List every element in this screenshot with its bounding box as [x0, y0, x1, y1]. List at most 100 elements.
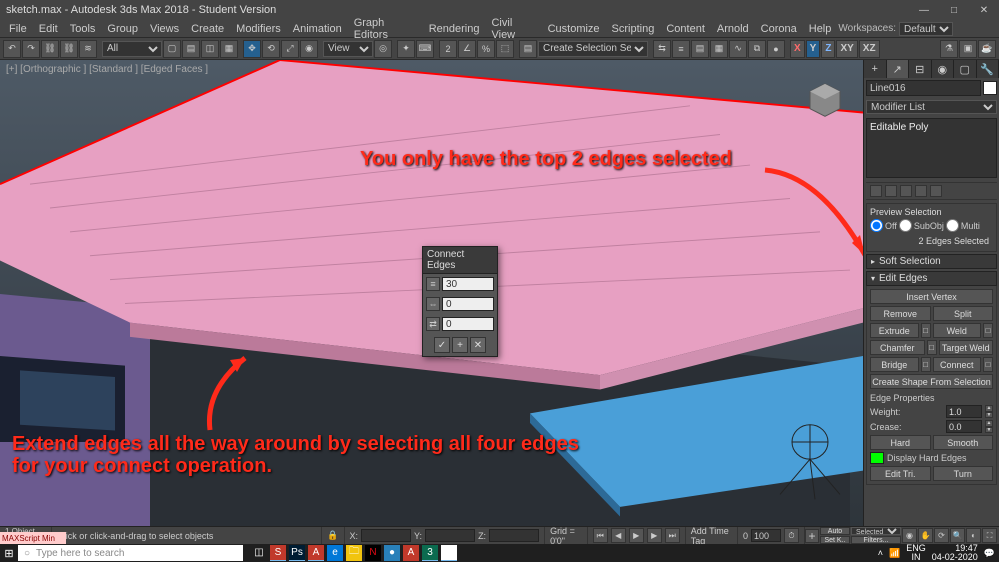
- display-hard-edges-label[interactable]: Display Hard Edges: [887, 453, 967, 463]
- tab-utilities[interactable]: 🔧: [977, 60, 999, 78]
- select-scale-button[interactable]: ⤢: [281, 40, 299, 58]
- menu-content[interactable]: Content: [661, 22, 710, 36]
- edit-named-sel-button[interactable]: ▤: [519, 40, 537, 58]
- spinner-snap-button[interactable]: ⬚: [496, 40, 514, 58]
- taskbar-app-netflix[interactable]: N: [365, 545, 381, 561]
- menu-corona[interactable]: Corona: [756, 22, 802, 36]
- render-setup-button[interactable]: ⚗: [940, 40, 958, 58]
- taskbar-app-acrobat[interactable]: A: [403, 545, 419, 561]
- select-region-button[interactable]: ◫: [201, 40, 219, 58]
- configure-sets-button[interactable]: [930, 185, 942, 197]
- keyboard-shortcut-button[interactable]: ⌨: [416, 40, 434, 58]
- menu-civil-view[interactable]: Civil View: [486, 16, 540, 42]
- selection-filter-dropdown[interactable]: All: [102, 41, 162, 57]
- taskbar-search[interactable]: ○ Type here to search: [18, 545, 243, 561]
- undo-button[interactable]: ↶: [3, 40, 21, 58]
- tray-date[interactable]: 04-02-2020: [932, 553, 978, 562]
- create-shape-button[interactable]: Create Shape From Selection: [870, 374, 993, 389]
- layer-explorer-button[interactable]: ▤: [691, 40, 709, 58]
- pin-stack-button[interactable]: [870, 185, 882, 197]
- set-key-plus-button[interactable]: +: [805, 529, 819, 543]
- align-button[interactable]: ≡: [672, 40, 690, 58]
- menu-edit[interactable]: Edit: [34, 22, 63, 36]
- extrude-button[interactable]: Extrude: [870, 323, 919, 338]
- time-next-button[interactable]: ▶: [647, 528, 662, 543]
- menu-file[interactable]: File: [4, 22, 32, 36]
- select-by-name-button[interactable]: ▤: [182, 40, 200, 58]
- material-editor-button[interactable]: ●: [767, 40, 785, 58]
- caddy-title[interactable]: Connect Edges: [423, 247, 497, 274]
- taskbar-app-word[interactable]: ●: [384, 545, 400, 561]
- time-goto-end-button[interactable]: ⏭: [665, 528, 680, 543]
- lock-selection-button[interactable]: 🔒: [322, 527, 344, 544]
- axis-z-button[interactable]: Z: [821, 40, 835, 58]
- target-weld-button[interactable]: Target Weld: [939, 340, 994, 355]
- mirror-button[interactable]: ⇆: [653, 40, 671, 58]
- select-object-button[interactable]: ▢: [163, 40, 181, 58]
- preview-subobj-radio[interactable]: [899, 219, 912, 232]
- remove-modifier-button[interactable]: [915, 185, 927, 197]
- viewport-nav-zoom-button[interactable]: 🔍: [950, 528, 965, 543]
- weight-spinner[interactable]: 1.0: [946, 405, 982, 418]
- menu-scripting[interactable]: Scripting: [607, 22, 660, 36]
- preview-multi-radio[interactable]: [946, 219, 959, 232]
- time-goto-start-button[interactable]: ⏮: [593, 528, 608, 543]
- slide-icon[interactable]: ⇄: [426, 317, 440, 331]
- taskbar-app-photoshop[interactable]: Ps: [289, 545, 305, 561]
- maximize-button[interactable]: □: [939, 0, 969, 20]
- edit-tri-button[interactable]: Edit Tri.: [870, 466, 931, 481]
- tab-display[interactable]: ▢: [954, 60, 977, 78]
- render-button[interactable]: ☕: [978, 40, 996, 58]
- axis-y-button[interactable]: Y: [806, 40, 821, 58]
- schematic-view-button[interactable]: ⧉: [748, 40, 766, 58]
- start-button[interactable]: ⊞: [0, 544, 18, 562]
- rollout-edit-edges[interactable]: Edit Edges: [866, 271, 997, 286]
- tray-locale[interactable]: IN: [906, 553, 926, 562]
- tab-hierarchy[interactable]: ⊟: [909, 60, 932, 78]
- menu-customize[interactable]: Customize: [543, 22, 605, 36]
- taskbar-app-explorer[interactable]: 🗀: [346, 545, 362, 561]
- menu-help[interactable]: Help: [804, 22, 837, 36]
- viewport-nav-max-button[interactable]: ⛶: [982, 528, 997, 543]
- extrude-settings-button[interactable]: □: [921, 323, 931, 338]
- taskbar-app-chrome[interactable]: ◉: [441, 545, 457, 561]
- axis-xy-button[interactable]: XY: [836, 40, 857, 58]
- chamfer-settings-button[interactable]: □: [927, 340, 937, 355]
- pinch-icon[interactable]: ⇔: [426, 297, 440, 311]
- redo-button[interactable]: ↷: [22, 40, 40, 58]
- hard-button[interactable]: Hard: [870, 435, 931, 450]
- set-key-button[interactable]: Set K..: [820, 536, 850, 544]
- isolate-selection-button[interactable]: ◉: [902, 528, 917, 543]
- close-button[interactable]: ✕: [969, 0, 999, 20]
- use-pivot-button[interactable]: ◎: [374, 40, 392, 58]
- smooth-button[interactable]: Smooth: [933, 435, 994, 450]
- menu-group[interactable]: Group: [102, 22, 143, 36]
- caddy-cancel-button[interactable]: ✕: [470, 337, 486, 353]
- menu-create[interactable]: Create: [186, 22, 229, 36]
- ref-coord-dropdown[interactable]: View: [323, 41, 373, 57]
- menu-modifiers[interactable]: Modifiers: [231, 22, 286, 36]
- menu-views[interactable]: Views: [145, 22, 184, 36]
- show-end-result-button[interactable]: [885, 185, 897, 197]
- hard-edge-color-swatch[interactable]: [870, 452, 884, 464]
- segments-spinner[interactable]: 30: [442, 277, 494, 291]
- key-filter-selected-dropdown[interactable]: Selected: [851, 527, 901, 535]
- split-button[interactable]: Split: [933, 306, 994, 321]
- rollout-soft-selection[interactable]: Soft Selection: [866, 254, 997, 269]
- axis-xz-button[interactable]: XZ: [859, 40, 880, 58]
- insert-vertex-button[interactable]: Insert Vertex: [870, 289, 993, 304]
- current-frame-field[interactable]: 100: [751, 529, 781, 542]
- weld-settings-button[interactable]: □: [983, 323, 993, 338]
- select-rotate-button[interactable]: ⟲: [262, 40, 280, 58]
- time-prev-button[interactable]: ◀: [611, 528, 626, 543]
- turn-button[interactable]: Turn: [933, 466, 994, 481]
- menu-graph-editors[interactable]: Graph Editors: [349, 16, 422, 42]
- menu-rendering[interactable]: Rendering: [424, 22, 485, 36]
- coord-y-field[interactable]: [425, 529, 475, 542]
- weld-button[interactable]: Weld: [933, 323, 982, 338]
- select-place-button[interactable]: ◉: [300, 40, 318, 58]
- maxscript-listener[interactable]: MAXScript Min: [0, 532, 66, 544]
- taskbar-app-edge[interactable]: e: [327, 545, 343, 561]
- select-move-button[interactable]: ✥: [243, 40, 261, 58]
- connect-button[interactable]: Connect: [933, 357, 982, 372]
